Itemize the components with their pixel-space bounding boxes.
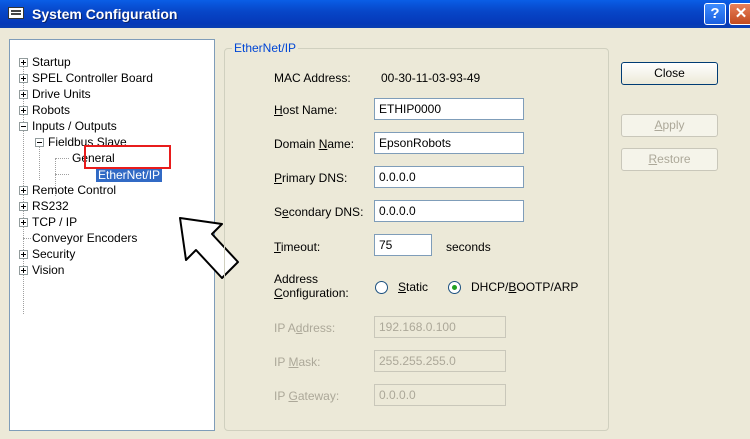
- tree-connector: [55, 158, 69, 160]
- group-title: EtherNet/IP: [232, 41, 299, 55]
- domain-name-label: Domain Name:: [274, 137, 355, 151]
- expand-icon[interactable]: [19, 58, 28, 67]
- mac-address-label: MAC Address:: [274, 71, 351, 85]
- window-title: System Configuration: [32, 6, 178, 22]
- collapse-icon[interactable]: [19, 122, 28, 131]
- collapse-icon[interactable]: [35, 138, 44, 147]
- ip-gateway-field[interactable]: 0.0.0.0: [374, 384, 506, 406]
- tree-connector: [39, 142, 41, 180]
- expand-icon[interactable]: [19, 74, 28, 83]
- tree-item-label: Vision: [32, 263, 65, 277]
- dhcp-radio-label[interactable]: DHCP/BOOTP/ARP: [471, 280, 578, 294]
- tree-item-conveyor-encoders[interactable]: Conveyor Encoders: [32, 230, 137, 246]
- expand-icon[interactable]: [19, 218, 28, 227]
- tree-item-label: Conveyor Encoders: [32, 231, 138, 245]
- host-name-field[interactable]: ETHIP0000: [374, 98, 524, 120]
- ip-gateway-label: IP Gateway:: [274, 389, 340, 403]
- window-close-button[interactable]: ✕: [729, 3, 750, 25]
- expand-icon[interactable]: [19, 186, 28, 195]
- expand-icon[interactable]: [19, 106, 28, 115]
- tree-item-label: Inputs / Outputs: [32, 119, 117, 133]
- static-radio[interactable]: [375, 281, 388, 294]
- tree-item-label: Drive Units: [32, 87, 91, 101]
- title-bar: System Configuration ? ✕: [0, 0, 750, 28]
- timeout-unit-label: seconds: [446, 240, 491, 254]
- expand-icon[interactable]: [19, 266, 28, 275]
- secondary-dns-label: Secondary DNS:: [274, 205, 364, 219]
- tree-item-label: EtherNet/IP: [96, 168, 163, 182]
- timeout-field[interactable]: 75: [374, 234, 432, 256]
- expand-icon[interactable]: [19, 250, 28, 259]
- ip-mask-label: IP Mask:: [274, 355, 321, 369]
- ip-mask-field[interactable]: 255.255.255.0: [374, 350, 506, 372]
- app-icon: [8, 7, 24, 19]
- tree-item-label: RS232: [32, 199, 69, 213]
- ip-address-field[interactable]: 192.168.0.100: [374, 316, 506, 338]
- dhcp-radio[interactable]: [448, 281, 461, 294]
- secondary-dns-field[interactable]: 0.0.0.0: [374, 200, 524, 222]
- tree-item-ethernet-ip[interactable]: EtherNet/IP: [96, 167, 163, 183]
- tree-item-label: Remote Control: [32, 183, 117, 197]
- close-button[interactable]: Close: [621, 62, 718, 85]
- tree-connector: [23, 238, 31, 240]
- address-config-label-line1: Address: [274, 272, 319, 286]
- tree-item-label: TCP / IP: [32, 215, 78, 229]
- static-radio-label[interactable]: Static: [398, 280, 428, 294]
- tree-item-label: SPEL Controller Board: [32, 71, 153, 85]
- expand-icon[interactable]: [19, 90, 28, 99]
- help-button[interactable]: ?: [704, 3, 726, 25]
- address-config-label-line2: Configuration:: [274, 286, 349, 300]
- expand-icon[interactable]: [19, 202, 28, 211]
- ip-address-label: IP Address:: [274, 321, 336, 335]
- tree-connector: [55, 174, 69, 176]
- apply-button[interactable]: Apply: [621, 114, 718, 137]
- tree-item-label: Startup: [32, 55, 71, 69]
- primary-dns-label: Primary DNS:: [274, 171, 348, 185]
- restore-button[interactable]: Restore: [621, 148, 718, 171]
- tree-item-label: Security: [32, 247, 76, 261]
- mac-address-value: 00-30-11-03-93-49: [381, 71, 481, 85]
- tree-item-label: Robots: [32, 103, 71, 117]
- highlight-box: [84, 145, 171, 169]
- primary-dns-field[interactable]: 0.0.0.0: [374, 166, 524, 188]
- host-name-label: Host Name:: [274, 103, 338, 117]
- domain-name-field[interactable]: EpsonRobots: [374, 132, 524, 154]
- timeout-label: Timeout:: [274, 240, 321, 254]
